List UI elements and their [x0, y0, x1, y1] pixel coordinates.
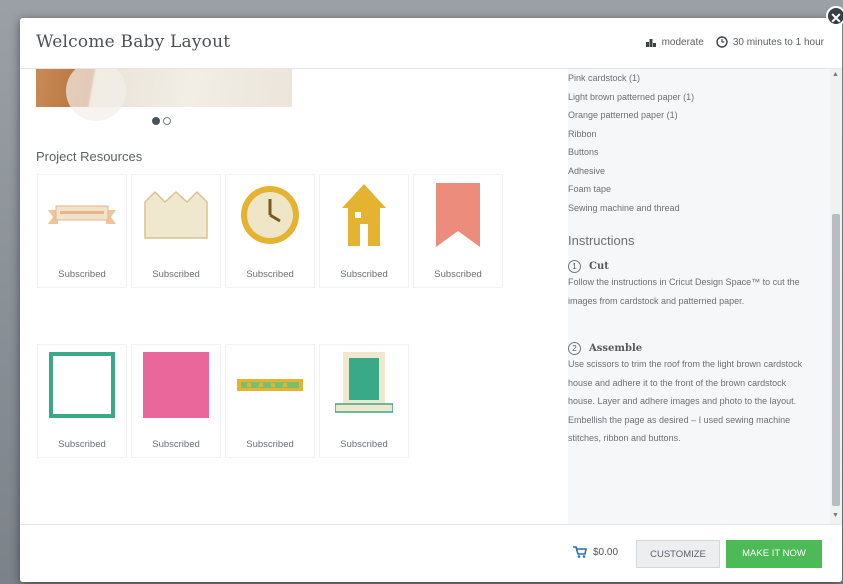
- price: $0.00: [573, 546, 618, 558]
- resources-title: Project Resources: [36, 149, 143, 164]
- close-modal-button[interactable]: ✕: [826, 6, 843, 26]
- resource-tile[interactable]: Subscribed: [226, 175, 314, 287]
- tile-label: Subscribed: [246, 439, 294, 450]
- resource-tile[interactable]: Subscribed: [320, 345, 408, 457]
- details-scrollbar[interactable]: ▲ ▼: [830, 69, 842, 524]
- step-title: Assemble: [589, 343, 643, 354]
- tile-label: Subscribed: [340, 269, 388, 280]
- instruction-step: 1 Cut Follow the instructions in Cricut …: [568, 260, 804, 310]
- hero-image-detail: [66, 69, 126, 121]
- resource-tile[interactable]: Subscribed: [132, 175, 220, 287]
- resource-tile[interactable]: Subscribed: [38, 175, 126, 287]
- hero-image: [36, 69, 292, 121]
- pennant-flag-icon: [414, 175, 502, 255]
- square-frame-icon: [38, 345, 126, 425]
- material-item: Sewing machine and thread: [568, 202, 680, 213]
- pink-square-icon: [132, 345, 220, 425]
- material-item: Foam tape: [568, 184, 612, 194]
- tile-label: Subscribed: [246, 269, 294, 280]
- cart-icon: [573, 546, 587, 558]
- make-it-now-button[interactable]: MAKE IT NOW: [726, 540, 822, 568]
- clock-icon: [226, 175, 314, 255]
- tile-label: Subscribed: [152, 269, 200, 280]
- duration: 30 minutes to 1 hour: [716, 36, 824, 48]
- material-item: Adhesive: [568, 165, 606, 176]
- project-modal: Welcome Baby Layout moderate 30 minutes …: [20, 18, 842, 582]
- modal-header: Welcome Baby Layout moderate 30 minutes …: [20, 18, 842, 69]
- resource-tile[interactable]: Subscribed: [132, 345, 220, 457]
- details-panel: Pink cardstock (1) Light brown patterned…: [568, 69, 830, 524]
- tile-label: Subscribed: [58, 439, 106, 450]
- resource-tile[interactable]: Subscribed: [38, 345, 126, 457]
- instructions-title: Instructions: [568, 233, 635, 248]
- tile-label: Subscribed: [152, 439, 200, 450]
- resource-tile[interactable]: Subscribed: [320, 175, 408, 287]
- step-number: 1: [568, 260, 581, 273]
- step-number: 2: [568, 342, 581, 355]
- materials-list: Pink cardstock (1) Light brown patterned…: [568, 69, 694, 217]
- left-panel: Project Resources Subscribed Subscribed: [20, 69, 568, 524]
- material-item: Ribbon: [568, 128, 597, 139]
- step-header: 2 Assemble: [568, 342, 804, 355]
- resource-tile[interactable]: Subscribed: [414, 175, 502, 287]
- price-value: $0.00: [593, 546, 619, 558]
- step-title: Cut: [589, 261, 609, 272]
- material-item: Light brown patterned paper (1): [568, 91, 695, 102]
- photo-frame-icon: [320, 345, 408, 425]
- step-header: 1 Cut: [568, 260, 804, 273]
- scroll-down-arrow-icon[interactable]: ▼: [832, 512, 839, 519]
- step-body: Follow the instructions in Cricut Design…: [568, 277, 800, 306]
- resource-tile[interactable]: Subscribed: [226, 345, 314, 457]
- tile-label: Subscribed: [340, 439, 388, 450]
- project-meta: moderate 30 minutes to 1 hour: [633, 36, 824, 48]
- customize-button[interactable]: CUSTOMIZE: [636, 540, 720, 568]
- duration-label: 30 minutes to 1 hour: [732, 36, 824, 48]
- difficulty: moderate: [645, 36, 704, 48]
- carousel-dot-1[interactable]: [152, 117, 160, 125]
- difficulty-label: moderate: [661, 36, 704, 48]
- tile-label: Subscribed: [58, 269, 106, 280]
- material-item: Orange patterned paper (1): [568, 110, 678, 120]
- crown-border-icon: [132, 175, 220, 255]
- scroll-up-arrow-icon[interactable]: ▲: [832, 71, 839, 78]
- welcome-word-icon: [226, 345, 314, 425]
- project-title: Welcome Baby Layout: [36, 32, 231, 52]
- clock-icon: [716, 36, 728, 48]
- modal-footer: $0.00 CUSTOMIZE MAKE IT NOW: [20, 524, 842, 582]
- instruction-step: 2 Assemble Use scissors to trim the roof…: [568, 342, 804, 448]
- difficulty-icon: [645, 39, 656, 47]
- carousel-dot-2[interactable]: [163, 117, 171, 125]
- house-icon: [320, 175, 408, 255]
- step-body: Use scissors to trim the roof from the l…: [568, 359, 803, 443]
- carousel-dots: [152, 117, 171, 125]
- ribbon-banner-icon: [38, 175, 126, 255]
- material-item: Pink cardstock (1): [568, 73, 641, 83]
- scroll-thumb[interactable]: [832, 214, 840, 506]
- tile-label: Subscribed: [434, 269, 482, 280]
- material-item: Buttons: [568, 147, 599, 157]
